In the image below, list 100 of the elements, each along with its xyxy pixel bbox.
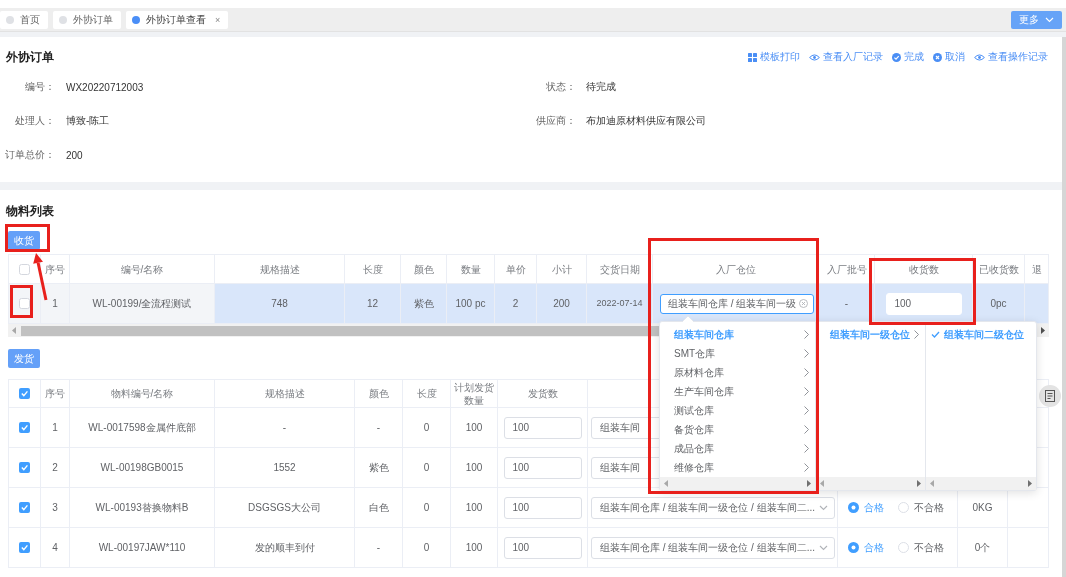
dot-icon (6, 15, 14, 24)
checkbox[interactable] (19, 542, 30, 553)
radio-icon[interactable] (898, 502, 909, 513)
column-header: 规格描述 (215, 380, 355, 408)
menu-item[interactable]: 生产车间仓库 (660, 382, 815, 401)
chevron-down-icon (819, 504, 828, 511)
table-cell: 0 (403, 488, 451, 528)
table-cell: 0 (403, 528, 451, 568)
table-cell: - (355, 528, 403, 568)
field-label: 状态： (546, 80, 576, 94)
action-link[interactable]: 取消 (933, 50, 965, 64)
table-cell: WL-00197JAW*110 (70, 528, 215, 568)
location-select[interactable]: 组装车间仓库 / 组装车间一级仓位 / 组装车间二... (591, 496, 835, 519)
eye-icon (809, 53, 820, 61)
action-link[interactable]: 完成 (892, 50, 924, 64)
table-cell: 0 (403, 448, 451, 488)
table-cell: WL-00199/全流程测试 (70, 284, 215, 324)
radio-icon[interactable] (898, 542, 909, 553)
table-cell: 2 (41, 448, 70, 488)
menu-item[interactable]: 成品仓库 (660, 439, 815, 458)
caret-left-icon[interactable] (663, 479, 669, 488)
field-value: 待完成 (586, 80, 616, 94)
dot-icon (59, 15, 67, 24)
radio-icon[interactable] (848, 502, 859, 513)
checkbox[interactable] (19, 263, 30, 275)
table-cell: 100 (451, 448, 498, 488)
caret-left-icon[interactable] (819, 479, 825, 488)
chevron-down-icon (819, 544, 828, 551)
action-link[interactable]: 模板打印 (748, 50, 800, 64)
table-cell: 0个 (958, 528, 1008, 568)
table-cell: - (355, 408, 403, 448)
field-label: 处理人： (15, 114, 55, 128)
menu-item[interactable]: 备货仓库 (660, 420, 815, 439)
menu-item[interactable]: SMT仓库 (660, 344, 815, 363)
table-cell: DSGSGS大公司 (215, 488, 355, 528)
table-row[interactable]: 1 WL-00199/全流程测试 748 12 紫色 100 pc 2 200 2022-07-14 组装车间仓库 / 组装车间一级 - 100 0pc (9, 284, 1049, 324)
action-link[interactable]: 查看入厂记录 (809, 50, 883, 64)
caret-left-icon[interactable] (929, 479, 935, 488)
horizontal-scrollbar[interactable] (926, 477, 1036, 490)
checkbox[interactable] (19, 502, 30, 513)
table-cell: 1 (41, 408, 70, 448)
annotation-box (5, 224, 50, 252)
close-button[interactable]: × (215, 14, 221, 25)
caret-right-icon[interactable] (1040, 326, 1046, 335)
quantity-input[interactable]: 100 (885, 292, 962, 315)
column-header: 发货数 (498, 380, 588, 408)
checkbox[interactable] (19, 388, 30, 399)
horizontal-scrollbar[interactable] (816, 477, 925, 490)
field-label: 订单总价： (5, 148, 55, 162)
annotation-box (10, 285, 33, 318)
document-icon[interactable] (1039, 385, 1061, 407)
caret-right-icon[interactable] (1027, 479, 1033, 488)
menu-item[interactable]: 维修仓库 (660, 458, 815, 477)
menu-item[interactable]: 测试仓库 (660, 401, 815, 420)
tab[interactable]: 外协订单 (53, 10, 121, 29)
table-cell: 100 (451, 408, 498, 448)
table-cell: 4 (41, 528, 70, 568)
caret-left-icon[interactable] (11, 326, 17, 335)
tab[interactable]: 外协订单查看 × (126, 10, 229, 29)
column-header: 物料编号/名称 (70, 380, 215, 408)
radio-option[interactable]: 不合格 (898, 541, 944, 554)
close-circle-icon (933, 52, 942, 62)
location-cascader[interactable]: 组装车间仓库 / 组装车间一级 (660, 293, 815, 314)
column-header: 计划发货数量 (451, 380, 498, 408)
location-select[interactable]: 组装车间仓库 / 组装车间一级仓位 / 组装车间二... (591, 536, 835, 559)
quantity-input[interactable]: 100 (503, 536, 582, 559)
section-title: 物料列表 (6, 204, 54, 218)
table-cell: WL-00193替换物料B (70, 488, 215, 528)
field-value: 博致-陈工 (66, 114, 110, 128)
caret-right-icon[interactable] (916, 479, 922, 488)
quantity-input[interactable]: 100 (503, 456, 582, 479)
quantity-input[interactable]: 100 (503, 416, 582, 439)
vertical-scrollbar[interactable] (1062, 37, 1066, 577)
check-circle-icon (892, 52, 901, 62)
section-title: 外协订单 (6, 48, 54, 66)
table-cell: WL-00198GB0015 (70, 448, 215, 488)
table-cell: 1 (41, 284, 70, 324)
radio-icon[interactable] (848, 542, 859, 553)
action-link[interactable]: 查看操作记录 (974, 50, 1048, 64)
menu-item[interactable]: 原材料仓库 (660, 363, 815, 382)
grid-icon (748, 52, 757, 62)
table-cell: 0 (403, 408, 451, 448)
radio-option[interactable]: 不合格 (898, 501, 944, 514)
chevron-down-icon (1045, 16, 1054, 23)
field-label: 编号： (25, 80, 55, 94)
clear-icon[interactable] (799, 299, 809, 308)
dot-icon (132, 15, 140, 24)
table-cell: WL-0017598金属件底部 (70, 408, 215, 448)
column-header: 序号 (41, 380, 70, 408)
checkbox[interactable] (19, 298, 30, 309)
caret-right-icon[interactable] (806, 479, 812, 488)
tab[interactable]: 首页 (0, 10, 48, 29)
table-cell: 1552 (215, 448, 355, 488)
quantity-input[interactable]: 100 (503, 496, 582, 519)
field-label: 供应商： (536, 114, 576, 128)
checkbox[interactable] (19, 462, 30, 473)
table-cell: 发的顺丰到付 (215, 528, 355, 568)
horizontal-scrollbar[interactable] (660, 477, 815, 490)
checkbox[interactable] (19, 422, 30, 433)
table-cell: 100 (451, 488, 498, 528)
